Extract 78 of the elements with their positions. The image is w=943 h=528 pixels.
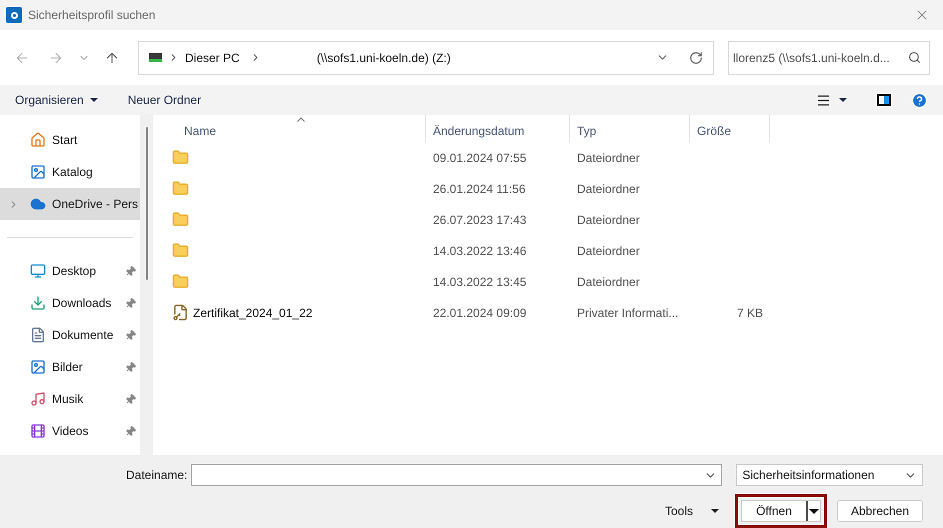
date-cell-text: 14.03.2022 13:45 <box>432 274 528 290</box>
date-cell-text: 09.01.2024 07:55 <box>432 150 528 166</box>
sidebar-item[interactable]: Videos <box>0 415 140 447</box>
caret-icon <box>711 509 719 513</box>
sidebar-label: Start <box>52 132 78 149</box>
type-cell-text: Dateiordner <box>576 150 641 166</box>
organize-menu-button[interactable]: Organisieren <box>15 91 98 109</box>
sidebar-item[interactable]: Musik <box>0 383 140 415</box>
type-cell-text: Privater Informati... <box>576 304 680 322</box>
split-caret-icon[interactable] <box>806 501 820 521</box>
folder-icon <box>172 211 189 228</box>
cloud-icon <box>30 196 46 212</box>
gallery-icon <box>30 164 46 180</box>
new-folder-button[interactable]: Neuer Ordner <box>128 91 202 109</box>
search-input[interactable]: llorenz5 (\\sofs1.uni-koeln.d... <box>733 48 904 66</box>
window-title: Sicherheitsprofil suchen <box>28 7 156 24</box>
date-cell-text: 22.01.2024 09:09 <box>432 304 528 322</box>
help-icon[interactable] <box>911 92 928 108</box>
scrollbar-thumb[interactable] <box>146 127 148 280</box>
column-header[interactable]: Änderungsdatum <box>426 115 570 142</box>
sidebar-item[interactable]: Bilder <box>0 351 140 383</box>
picture-icon <box>30 359 46 375</box>
sidebar-item[interactable]: Desktop <box>0 255 140 287</box>
column-header[interactable]: Name <box>172 115 426 142</box>
search-field[interactable]: llorenz5 (\\sofs1.uni-koeln.d... <box>728 40 930 74</box>
refresh-icon[interactable] <box>689 50 703 64</box>
type-cell-text: Dateiordner <box>576 274 641 290</box>
tools-menu-button[interactable]: Tools <box>664 502 719 520</box>
drive-icon <box>149 53 162 62</box>
sidebar-label: Downloads <box>52 295 112 312</box>
size-cell: 7 KB <box>736 306 763 320</box>
search-icon <box>908 51 921 64</box>
cancel-button[interactable]: Abbrechen <box>837 500 923 522</box>
sidebar-item[interactable]: Start <box>0 124 140 156</box>
column-header[interactable]: Typ <box>570 115 690 142</box>
address-bar[interactable]: Dieser PC (\\sofs1.uni-koeln.de) (Z:) <box>138 40 714 74</box>
view-options-icon[interactable] <box>816 92 831 108</box>
document-icon <box>30 327 46 343</box>
breadcrumb-segment[interactable]: Dieser PC <box>185 48 240 66</box>
date-cell-text: 26.01.2024 11:56 <box>432 180 527 198</box>
sidebar-label: OneDrive - Pers <box>52 196 138 213</box>
sidebar-label: Katalog <box>52 164 94 181</box>
sidebar-label: Dokumente <box>52 327 114 344</box>
sidebar-label: Musik <box>52 391 84 408</box>
filename-label: Dateiname: <box>126 467 188 484</box>
home-icon <box>30 132 46 148</box>
music-note-icon <box>30 391 46 407</box>
monitor-icon <box>30 263 46 279</box>
folder-icon <box>172 149 189 166</box>
type-cell-text: Dateiordner <box>576 180 641 198</box>
download-icon <box>30 295 46 311</box>
sort-caret-icon <box>297 117 305 122</box>
file-name[interactable]: Zertifikat_2024_01_22 <box>193 304 312 322</box>
preview-pane-icon[interactable] <box>877 94 891 106</box>
certificate-icon <box>172 304 189 321</box>
breadcrumb-segment[interactable]: (\\sofs1.uni-koeln.de) (Z:) <box>316 48 451 66</box>
open-button[interactable]: Öffnen <box>741 500 821 522</box>
date-cell-text: 14.03.2022 13:46 <box>432 242 528 260</box>
type-cell-text: Dateiordner <box>576 212 641 228</box>
folder-icon <box>172 242 189 259</box>
sidebar-label: Videos <box>52 423 90 440</box>
type-cell-text: Dateiordner <box>576 242 641 260</box>
sidebar-item[interactable]: Downloads <box>0 287 140 319</box>
caret-icon <box>90 98 98 102</box>
caret-icon[interactable] <box>839 98 847 102</box>
sidebar-label: Desktop <box>52 263 98 280</box>
filename-field[interactable] <box>191 464 722 486</box>
folder-icon <box>172 180 189 197</box>
app-logo-icon <box>6 7 22 23</box>
sidebar-item[interactable]: Katalog <box>0 156 140 188</box>
sidebar-item[interactable]: Dokumente <box>0 319 140 351</box>
date-cell-text: 26.07.2023 17:43 <box>432 212 528 228</box>
sidebar-label: Bilder <box>52 359 84 376</box>
film-icon <box>30 423 46 439</box>
sidebar-item[interactable]: OneDrive - Pers <box>0 188 140 220</box>
folder-icon <box>172 273 189 290</box>
file-type-select[interactable]: Sicherheitsinformationen <box>736 464 924 486</box>
column-header[interactable]: Größe <box>690 115 770 142</box>
